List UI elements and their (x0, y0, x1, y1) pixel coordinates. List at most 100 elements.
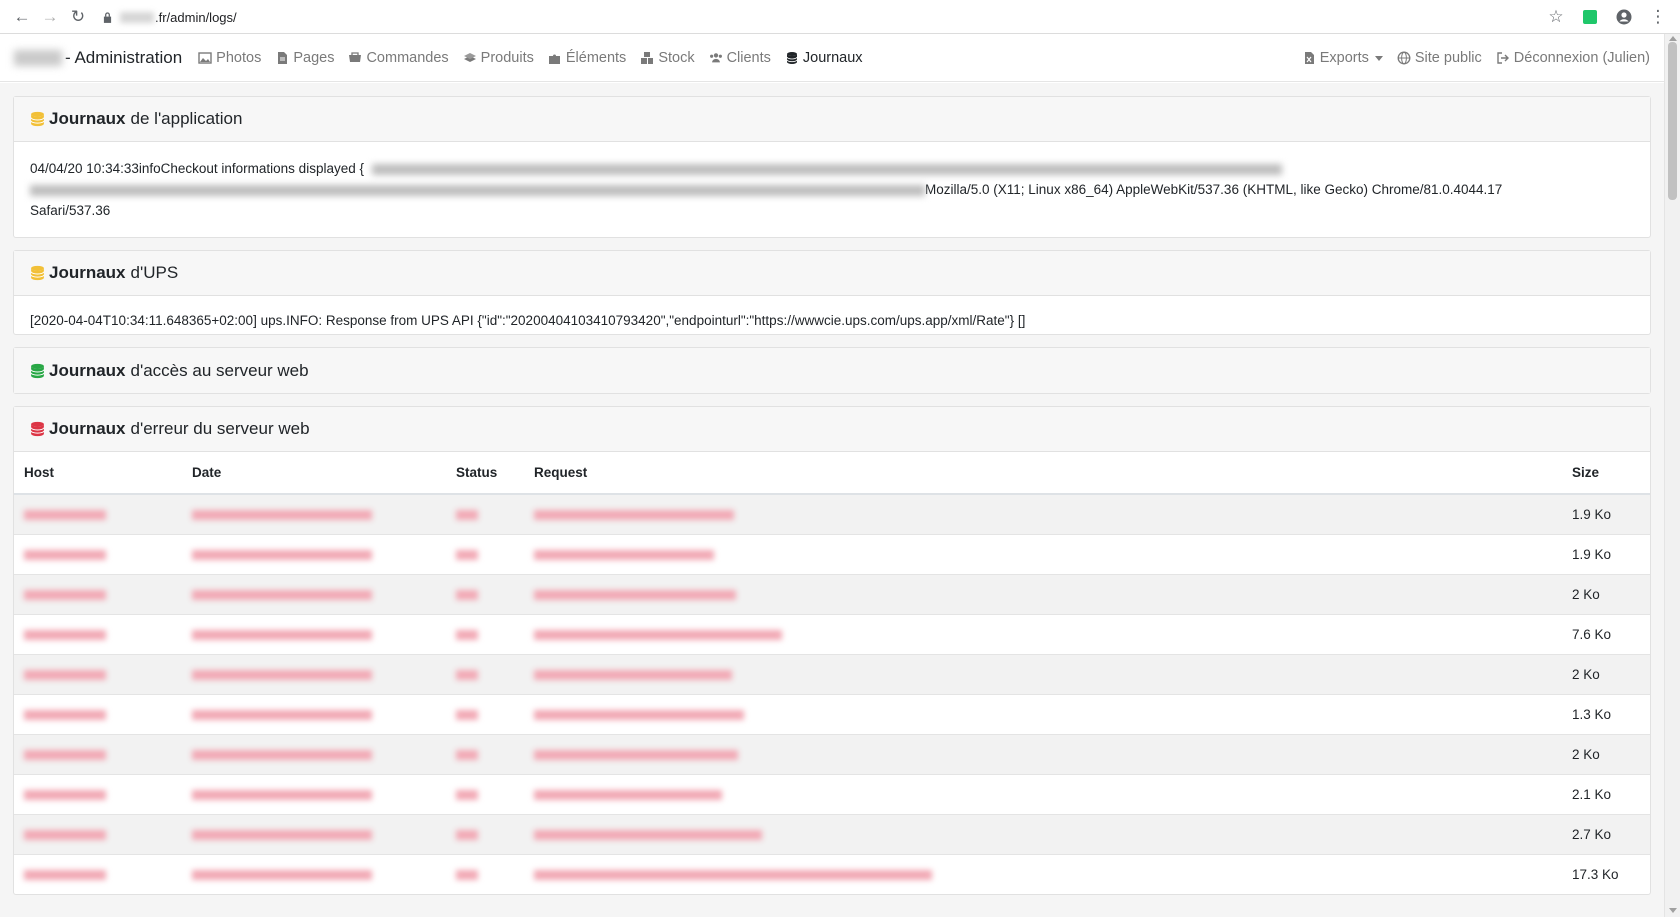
table-row: 2 Ko (14, 573, 1650, 614)
ups-log-line: [2020-04-04T10:34:11.648365+02:00] ups.I… (30, 313, 1026, 328)
profile-icon[interactable] (1610, 3, 1638, 31)
scroll-down-icon[interactable] (1669, 908, 1677, 913)
redacted-text (456, 589, 478, 600)
nav-item-label: Clients (726, 49, 771, 66)
status-cell (446, 533, 524, 574)
size-cell: 1.9 Ko (1562, 493, 1650, 534)
table-row: 1.9 Ko (14, 533, 1650, 574)
redacted-text (30, 184, 925, 196)
host-cell (14, 733, 182, 774)
size-cell: 1.3 Ko (1562, 693, 1650, 734)
host-cell (14, 533, 182, 574)
card-header[interactable]: Journaux de l'application (14, 97, 1650, 142)
app-log-body: 04/04/20 10:34:33infoCheckout informatio… (14, 142, 1650, 237)
date-cell (182, 613, 446, 654)
card-app-logs: Journaux de l'application 04/04/20 10:34… (13, 96, 1651, 238)
card-header[interactable]: Journaux d'erreur du serveur web (14, 407, 1650, 452)
nav-item-label: Site public (1414, 50, 1482, 66)
column-header-status[interactable]: Status (446, 452, 524, 495)
size-cell: 2 Ko (1562, 653, 1650, 694)
redacted-text (534, 510, 734, 521)
request-cell (524, 533, 1562, 574)
nav-item-site-public[interactable]: Site public (1397, 50, 1482, 66)
lock-icon (100, 10, 114, 24)
redacted-text (24, 709, 106, 720)
card-ups-logs: Journaux d'UPS [2020-04-04T10:34:11.6483… (13, 250, 1651, 335)
nav-item-clients[interactable]: Clients (709, 50, 771, 66)
redacted-text (192, 749, 372, 760)
table-row: 2.1 Ko (14, 773, 1650, 814)
users-icon (709, 52, 722, 62)
browser-toolbar: ← → ↻ .fr/admin/logs/ ☆ ⋮ (0, 0, 1680, 34)
nav-item-commandes[interactable]: Commandes (348, 50, 449, 66)
request-cell (524, 493, 1562, 534)
cart-icon (349, 51, 362, 62)
column-header-size[interactable]: Size (1562, 452, 1650, 495)
card-title: d'erreur du serveur web (130, 419, 310, 438)
reload-icon[interactable]: ↻ (64, 3, 92, 31)
column-header-date[interactable]: Date (182, 452, 446, 495)
card-title-bold: Journaux (49, 419, 126, 438)
address-bar[interactable]: .fr/admin/logs/ (94, 4, 1558, 30)
nav-item-label: Déconnexion (Julien) (1513, 50, 1650, 66)
request-cell (524, 693, 1562, 734)
nav-item-produits[interactable]: Produits (463, 50, 534, 66)
redacted-text (371, 163, 1282, 175)
forward-icon[interactable]: → (36, 3, 64, 31)
brand[interactable]: - Administration (14, 48, 182, 68)
nav-item-pages[interactable]: Pages (275, 50, 334, 66)
admin-navbar: - Administration Photos Pages Commandes … (0, 34, 1680, 82)
table-row: 7.6 Ko (14, 613, 1650, 654)
back-icon[interactable]: ← (8, 3, 36, 31)
card-title-bold: Journaux (49, 109, 126, 128)
card-header[interactable]: Journaux d'accès au serveur web (14, 348, 1650, 393)
date-cell (182, 493, 446, 534)
scroll-up-icon[interactable] (1669, 36, 1677, 41)
nav-item-photos[interactable]: Photos (198, 50, 261, 66)
nav-item-label: Éléments (565, 49, 627, 66)
bookmark-star-icon[interactable]: ☆ (1542, 3, 1570, 31)
page-scrollbar[interactable] (1664, 34, 1680, 917)
redacted-text (456, 749, 478, 760)
redacted-text (24, 749, 106, 760)
size-cell: 2.1 Ko (1562, 773, 1650, 814)
redacted-text (456, 669, 478, 680)
host-cell (14, 573, 182, 614)
file-icon (278, 51, 288, 64)
redacted-text (534, 789, 722, 800)
extension-icon[interactable] (1576, 3, 1604, 31)
redacted-text (192, 589, 372, 600)
boxes-icon (463, 52, 476, 62)
log-line-last: Safari/537.36 (30, 203, 111, 218)
nav-item-journaux[interactable]: Journaux (785, 50, 863, 66)
redacted-text (456, 789, 478, 800)
nav-item-deconnexion[interactable]: Déconnexion (Julien) (1496, 50, 1650, 66)
status-cell (446, 813, 524, 854)
redacted-text (456, 829, 478, 840)
browser-menu-icon[interactable]: ⋮ (1644, 3, 1672, 31)
size-cell: 17.3 Ko (1562, 853, 1650, 894)
card-header[interactable]: Journaux d'UPS (14, 251, 1650, 296)
nav-item-label: Stock (658, 49, 695, 66)
host-cell (14, 493, 182, 534)
nav-item-elements[interactable]: Éléments (548, 50, 626, 66)
redacted-text (24, 629, 106, 640)
redacted-text (24, 789, 106, 800)
redacted-text (24, 829, 106, 840)
redacted-text (192, 870, 372, 881)
table-row: 2 Ko (14, 733, 1650, 774)
redacted-text (192, 709, 372, 720)
card-title: d'accès au serveur web (130, 360, 309, 380)
nav-item-stock[interactable]: Stock (640, 49, 695, 66)
size-cell: 7.6 Ko (1562, 613, 1650, 654)
url-path: .fr/admin/logs/ (155, 9, 237, 25)
nav-item-exports[interactable]: Exports (1302, 50, 1383, 66)
card-title-bold: Journaux (49, 263, 126, 282)
column-header-host[interactable]: Host (14, 452, 182, 495)
host-cell (14, 693, 182, 734)
card-error-logs: Journaux d'erreur du serveur web Host Da… (13, 406, 1651, 895)
column-header-request[interactable]: Request (524, 452, 1562, 495)
scroll-thumb[interactable] (1668, 42, 1677, 200)
nav-item-label: Photos (216, 49, 262, 66)
date-cell (182, 573, 446, 614)
